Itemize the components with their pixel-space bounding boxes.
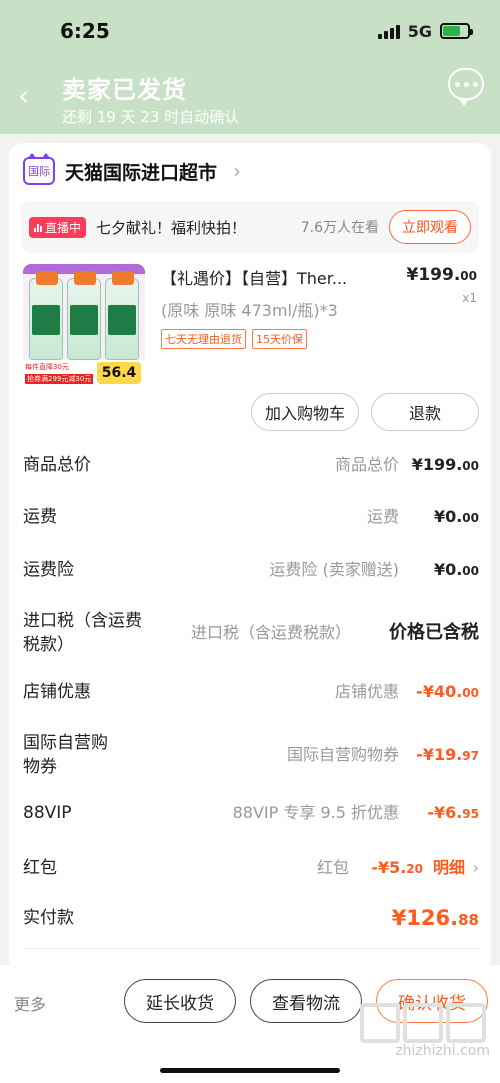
row-desc: 店铺优惠 [334, 682, 399, 701]
live-badge: 直播中 [29, 216, 87, 238]
row-value: 价格已含税 [389, 622, 479, 643]
row-value: -¥40.00 [416, 682, 479, 701]
row-desc: 进口税（含运费税款） [190, 623, 351, 642]
watch-now-button[interactable]: 立即观看 [389, 210, 471, 244]
row-label: 国际自营购物券 [23, 733, 108, 777]
image-price-tag: 56.4 [97, 362, 141, 384]
order-card: 国际 天猫国际进口超市 › 直播中 七夕献礼！福利快拍！ 7.6万人在看 立即观… [9, 143, 491, 973]
row-value: -¥6.95 [427, 803, 479, 822]
divider [23, 948, 479, 949]
row-label: 运费 [23, 507, 57, 527]
row-desc: 88VIP 专享 9.5 折优惠 [232, 803, 399, 822]
row-label: 实付款 [23, 908, 74, 928]
live-badge-label: 直播中 [45, 220, 82, 235]
extend-receipt-button[interactable]: 延长收货 [124, 979, 236, 1023]
watermark-logo [360, 1003, 486, 1043]
product-image[interactable]: 每件直降30元 抢券满299元减30元 56.4 [23, 264, 145, 386]
shop-name: 天猫国际进口超市 [65, 161, 218, 184]
more-button[interactable]: 更多 [14, 991, 46, 1015]
row-value: -¥19.97 [416, 745, 479, 764]
status-time: 6:25 [60, 19, 110, 43]
battery-icon [440, 23, 473, 39]
product-tags: 七天无理由退货 15天价保 [161, 329, 307, 349]
row-label: 进口税（含运费税款） [23, 611, 142, 655]
network-label: 5G [407, 21, 432, 41]
row-label: 88VIP [23, 803, 72, 823]
signal-icon [377, 23, 400, 39]
product-title[interactable]: 【礼遇价】【自营】Ther... [161, 265, 401, 289]
row-desc: 商品总价 [334, 455, 399, 474]
view-logistics-button[interactable]: 查看物流 [250, 979, 362, 1023]
row-import-tax: 进口税（含运费税款） 进口税（含运费税款） 价格已含税 [23, 609, 479, 657]
shop-row[interactable]: 国际 天猫国际进口超市 › [23, 153, 242, 185]
row-desc: 运费险 (卖家赠送) [269, 560, 399, 579]
live-viewer-count: 7.6万人在看 [300, 220, 379, 236]
refund-button[interactable]: 退款 [371, 393, 479, 431]
row-label: 运费险 [23, 560, 74, 580]
row-desc: 国际自营购物券 [286, 745, 399, 764]
tmall-global-logo-icon: 国际 [23, 153, 55, 185]
row-red-packet[interactable]: 红包 红包 -¥5.20 明细 › [23, 856, 479, 880]
live-title: 七夕献礼！福利快拍！ [96, 218, 247, 237]
row-desc: 红包 [316, 858, 349, 877]
order-header: ‹ 卖家已发货 还剩 19 天 23 时自动确认 [0, 62, 500, 134]
product-quantity: x1 [462, 291, 477, 305]
tag-price-protection: 15天价保 [252, 329, 307, 349]
product-price: ¥199.00 [406, 265, 477, 285]
chevron-right-icon: › [472, 858, 479, 877]
row-value: ¥0.00 [433, 507, 479, 526]
back-icon[interactable]: ‹ [18, 82, 42, 110]
row-label: 商品总价 [23, 455, 91, 475]
row-value: ¥0.00 [433, 560, 479, 579]
auto-confirm-countdown: 还剩 19 天 23 时自动确认 [62, 108, 240, 126]
product-spec: (原味 原味 473ml/瓶)*3 [161, 301, 338, 320]
live-banner[interactable]: 直播中 七夕献礼！福利快拍！ 7.6万人在看 立即观看 [21, 201, 479, 253]
chevron-right-icon: › [233, 159, 242, 183]
row-value: ¥126.88 [391, 906, 479, 930]
row-paid-amount: 实付款 ¥126.88 [23, 906, 479, 934]
live-bars-icon [34, 222, 42, 232]
watermark-text: zhizhizhi.com [395, 1043, 490, 1059]
bottom-action-bar: 更多 延长收货 查看物流 确认收货 zhizhizhi.com [0, 965, 500, 1083]
row-label: 红包 [23, 858, 57, 878]
tag-return-policy: 七天无理由退货 [161, 329, 246, 349]
image-coupon-note: 抢券满299元减30元 [25, 374, 93, 384]
add-to-cart-button[interactable]: 加入购物车 [251, 393, 359, 431]
row-label: 店铺优惠 [23, 682, 91, 702]
row-subtotal: 商品总价 商品总价 ¥199.00 [23, 453, 479, 477]
home-indicator [160, 1068, 340, 1073]
row-shipping: 运费 运费 ¥0.00 [23, 505, 479, 529]
row-desc: 运费 [366, 507, 399, 526]
chat-icon[interactable] [448, 68, 484, 106]
row-value: -¥5.20 [371, 858, 423, 877]
row-shop-discount: 店铺优惠 店铺优惠 -¥40.00 [23, 680, 479, 704]
image-discount-note: 每件直降30元 [25, 363, 69, 371]
status-bar: 6:25 5G [0, 0, 500, 62]
status-right: 5G [377, 21, 473, 41]
row-88vip: 88VIP 88VIP 专享 9.5 折优惠 -¥6.95 [23, 801, 479, 825]
row-value: ¥199.00 [411, 455, 479, 474]
row-global-coupon: 国际自营购物券 国际自营购物券 -¥19.97 [23, 731, 479, 779]
order-status-title: 卖家已发货 [62, 76, 187, 104]
row-shipping-insurance: 运费险 运费险 (卖家赠送) ¥0.00 [23, 558, 479, 582]
detail-link[interactable]: 明细 [433, 856, 465, 880]
